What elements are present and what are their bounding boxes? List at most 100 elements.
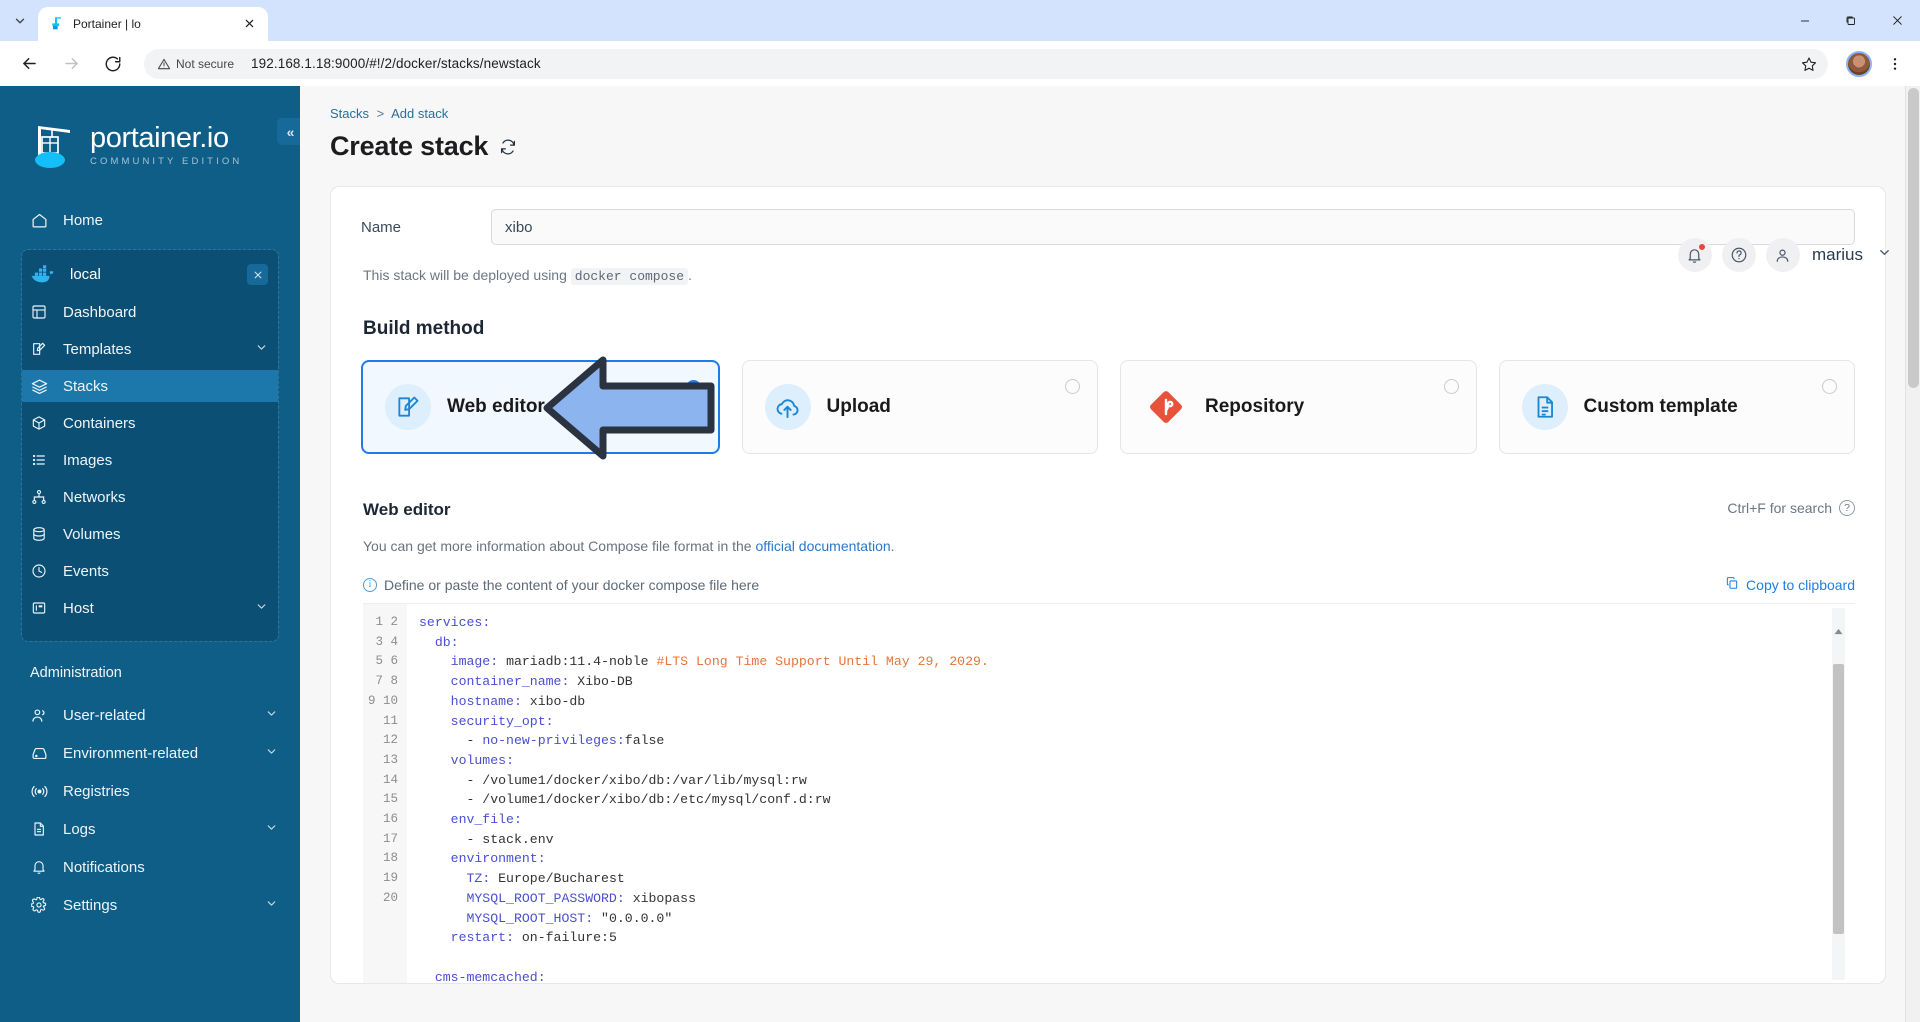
copy-to-clipboard-button[interactable]: Copy to clipboard: [1725, 576, 1855, 593]
images-icon: [30, 451, 48, 469]
refresh-icon[interactable]: [499, 138, 517, 156]
sidebar-item-notifications[interactable]: Notifications: [0, 851, 300, 883]
sidebar-item-volumes[interactable]: Volumes: [22, 518, 278, 550]
bell-icon: [30, 858, 48, 876]
upload-cloud-icon: [764, 384, 811, 430]
chevron-down-icon[interactable]: [265, 897, 278, 914]
sidebar-item-containers[interactable]: Containers: [22, 407, 278, 439]
sidebar-item-templates[interactable]: Templates: [22, 333, 278, 365]
chevron-down-icon[interactable]: [265, 745, 278, 762]
build-method-label: Upload: [826, 396, 891, 417]
chevron-down-icon[interactable]: [265, 707, 278, 724]
portainer-crane-icon: [30, 120, 76, 170]
scroll-up-icon[interactable]: [1834, 622, 1843, 635]
sidebar-item-user-related[interactable]: User-related: [0, 699, 300, 731]
official-documentation-link[interactable]: official documentation: [755, 538, 890, 554]
chevron-down-icon[interactable]: [265, 821, 278, 838]
line-number-gutter: 1 2 3 4 5 6 7 8 9 10 11 12 13 14 15 16 1…: [363, 604, 407, 983]
reload-icon[interactable]: [97, 48, 129, 80]
copy-label: Copy to clipboard: [1746, 576, 1855, 593]
page-title: Create stack: [330, 131, 489, 161]
portainer-logo[interactable]: portainer.io COMMUNITY EDITION: [0, 104, 300, 178]
sidebar-item-label: Images: [63, 451, 113, 469]
chevron-down-icon[interactable]: [255, 341, 268, 358]
notifications-button[interactable]: [1677, 238, 1712, 272]
web-editor-section-header: Web editor You can get more information …: [363, 500, 1855, 554]
browser-window: Portainer | lo Not secure 192.168.1.18:9…: [0, 0, 1920, 1022]
help-button[interactable]: [1721, 238, 1756, 272]
security-label: Not secure: [176, 56, 235, 71]
page-scrollbar[interactable]: [1905, 86, 1920, 1022]
sidebar-item-environment-related[interactable]: Environment-related: [0, 737, 300, 769]
radio-unselected-icon[interactable]: [1822, 379, 1837, 394]
radio-unselected-icon[interactable]: [1443, 379, 1459, 394]
back-arrow-icon[interactable]: [13, 48, 45, 80]
sidebar-item-settings[interactable]: Settings: [0, 889, 300, 921]
sidebar-item-host[interactable]: Host: [22, 592, 278, 624]
registries-icon: [30, 782, 48, 800]
chevron-down-icon[interactable]: [255, 600, 268, 617]
close-icon[interactable]: [244, 16, 260, 32]
sidebar-item-home[interactable]: Home: [0, 204, 300, 236]
sidebar-item-registries[interactable]: Registries: [0, 775, 300, 807]
build-method-options: Web editor Upload Repository Custom temp…: [361, 356, 1855, 460]
breadcrumb-separator: >: [376, 106, 385, 121]
avatar[interactable]: [1846, 50, 1872, 77]
chevron-down-icon[interactable]: [1877, 245, 1892, 265]
sidebar-item-dashboard[interactable]: Dashboard: [22, 296, 278, 328]
build-method-web-editor[interactable]: Web editor: [361, 356, 720, 460]
templates-icon: [30, 340, 48, 358]
info-circle-icon: i: [363, 577, 377, 592]
star-icon[interactable]: [1796, 51, 1822, 77]
editor-toolbar: i Define or paste the content of your do…: [363, 576, 1855, 593]
minimize-icon[interactable]: [1782, 0, 1828, 41]
page-title-row: Create stack: [316, 121, 1898, 162]
environment-label: local: [70, 266, 101, 283]
search-hint-label: Ctrl+F for search: [1727, 500, 1832, 516]
build-method-upload[interactable]: Upload: [741, 360, 1098, 454]
logo-text: portainer.io COMMUNITY EDITION: [90, 121, 242, 167]
environment-selector[interactable]: local: [22, 258, 278, 291]
sidebar-item-images[interactable]: Images: [22, 444, 278, 476]
code-content[interactable]: services: db: image: mariadb:11.4-noble …: [407, 604, 1855, 983]
window-controls: [1782, 0, 1920, 41]
address-bar[interactable]: Not secure 192.168.1.18:9000/#!/2/docker…: [144, 48, 1828, 79]
sidebar-item-networks[interactable]: Networks: [22, 481, 278, 513]
logo-name: portainer.io: [90, 121, 229, 154]
sidebar-item-logs[interactable]: Logs: [0, 813, 300, 845]
editor-scrollbar-thumb[interactable]: [1833, 664, 1844, 934]
search-hint: Ctrl+F for search ?: [1727, 500, 1855, 516]
dashboard-icon: [30, 303, 48, 321]
security-indicator[interactable]: Not secure: [152, 54, 242, 74]
user-icon[interactable]: [1765, 238, 1800, 272]
name-field-row: Name xibo: [361, 209, 1855, 245]
sidebar-item-label: User-related: [63, 706, 146, 724]
stack-name-input[interactable]: xibo: [491, 209, 1855, 245]
kebab-menu-icon[interactable]: [1880, 49, 1910, 79]
yaml-code-editor[interactable]: 1 2 3 4 5 6 7 8 9 10 11 12 13 14 15 16 1…: [363, 603, 1855, 983]
name-label: Name: [361, 218, 402, 236]
sidebar-item-stacks[interactable]: Stacks: [22, 370, 278, 402]
browser-tab[interactable]: Portainer | lo: [38, 7, 268, 41]
radio-unselected-icon[interactable]: [1065, 379, 1080, 394]
radio-selected-icon[interactable]: [685, 380, 701, 395]
tab-search-icon[interactable]: [6, 7, 34, 35]
sidebar-item-events[interactable]: Events: [22, 555, 278, 587]
build-method-repository[interactable]: Repository: [1120, 360, 1477, 454]
close-icon[interactable]: [247, 264, 268, 285]
build-method-title: Build method: [363, 318, 485, 339]
events-icon: [30, 562, 48, 580]
editor-scrollbar[interactable]: [1832, 608, 1845, 980]
breadcrumb-parent[interactable]: Stacks: [330, 106, 369, 121]
users-icon: [30, 706, 48, 724]
portainer-favicon: [49, 16, 65, 32]
forward-arrow-icon[interactable]: [55, 48, 87, 80]
maximize-icon[interactable]: [1828, 0, 1874, 41]
question-circle-icon[interactable]: ?: [1839, 500, 1855, 516]
tab-title: Portainer | lo: [73, 17, 141, 31]
close-icon[interactable]: [1874, 0, 1920, 41]
sidebar-item-label: Settings: [63, 896, 118, 914]
build-method-custom-template[interactable]: Custom template: [1498, 360, 1855, 454]
sidebar-item-label: Notifications: [63, 858, 145, 876]
page-scrollbar-thumb[interactable]: [1908, 88, 1919, 388]
